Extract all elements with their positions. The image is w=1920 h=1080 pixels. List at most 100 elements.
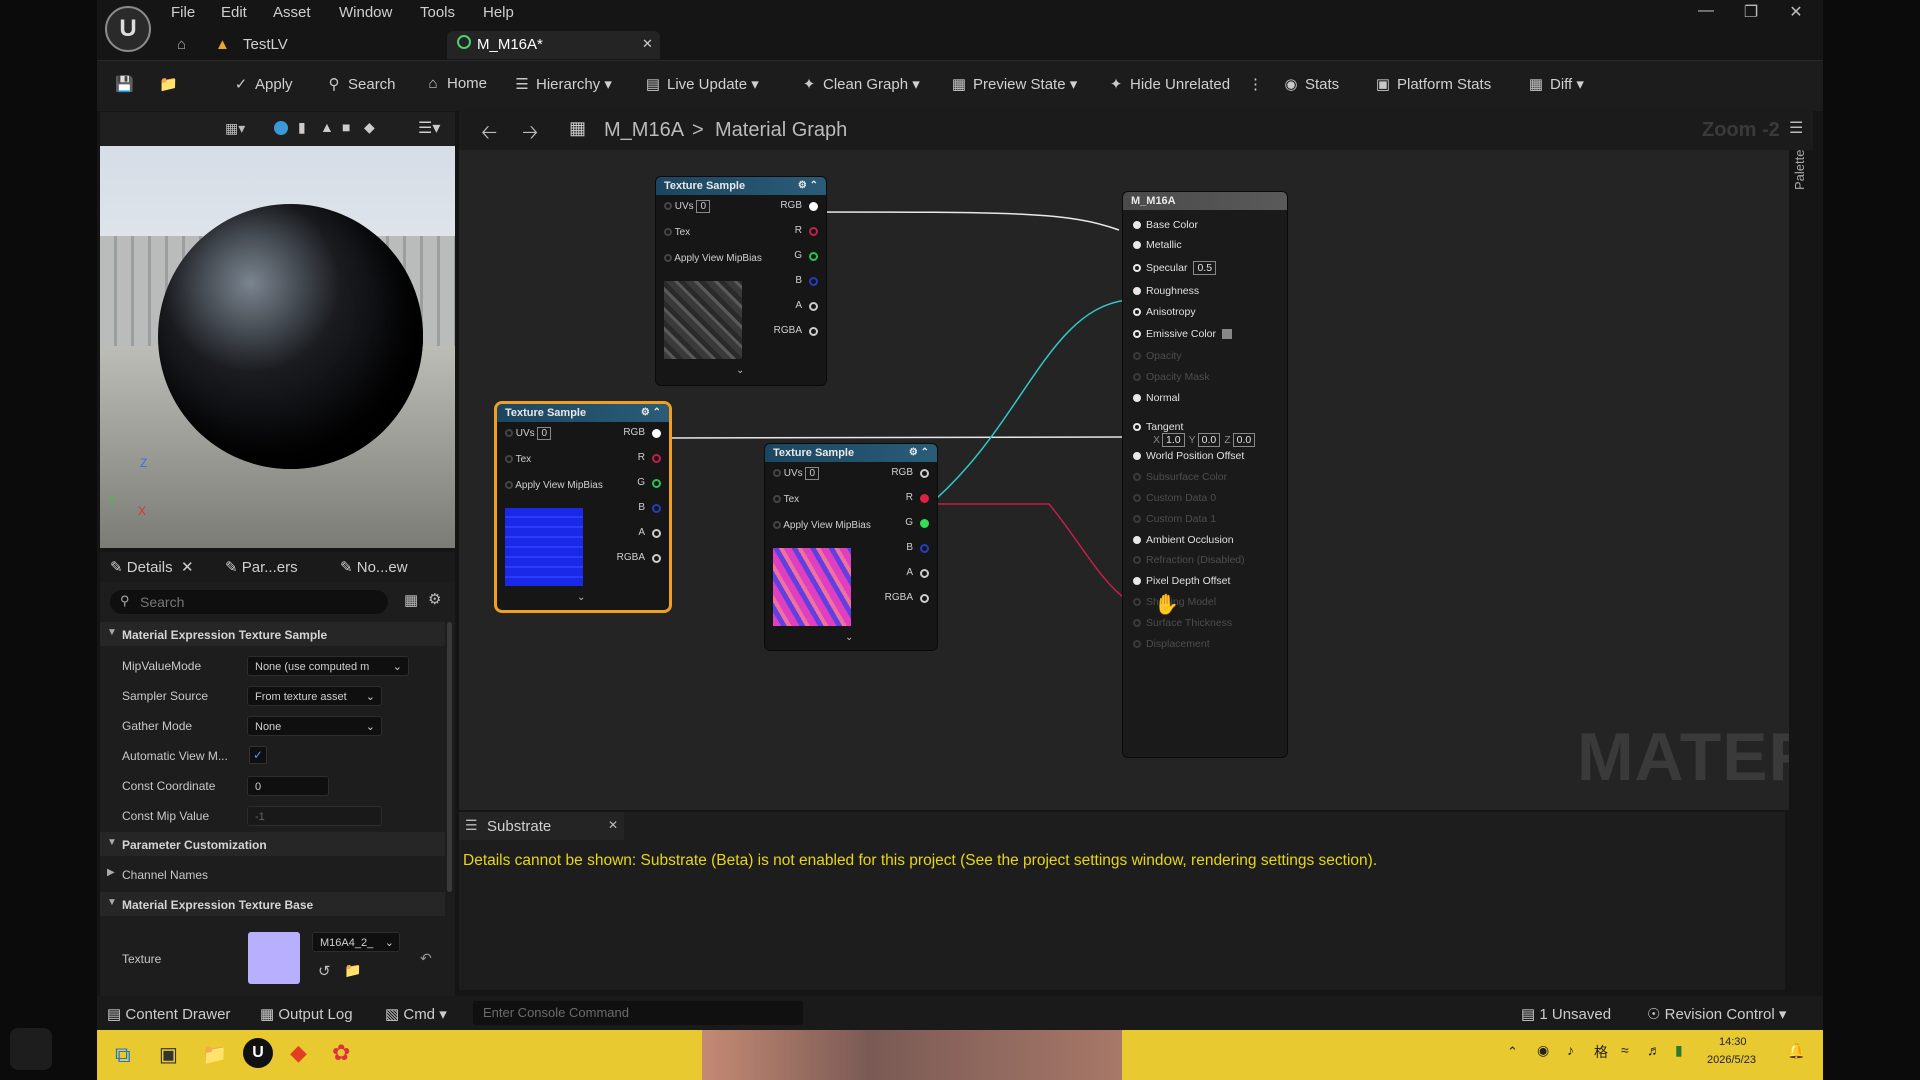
- notification-bell-icon[interactable]: 🔔: [1787, 1042, 1806, 1060]
- close-tab-icon[interactable]: ✕: [642, 36, 653, 52]
- browse-icon[interactable]: 📁: [159, 75, 182, 93]
- material-pin-custom-data-0[interactable]: Custom Data 0: [1133, 492, 1216, 504]
- brave-browser-icon[interactable]: ◆: [290, 1040, 307, 1066]
- material-pin-normal[interactable]: Normal: [1133, 392, 1180, 404]
- expand-node-icon[interactable]: ⌄: [736, 365, 744, 376]
- output-a-pin[interactable]: [652, 529, 661, 538]
- tray-battery-icon[interactable]: ▮: [1675, 1042, 1683, 1059]
- hide-unrelated-button[interactable]: ✦ Hide Unrelated: [1107, 75, 1230, 93]
- expand-arrow-icon[interactable]: ▼: [107, 837, 117, 848]
- file-explorer-icon[interactable]: 📁: [202, 1042, 227, 1067]
- tangent-z-input[interactable]: 0.0: [1232, 433, 1256, 447]
- material-pin-pixel-depth-offset[interactable]: Pixel Depth Offset: [1133, 575, 1230, 587]
- hierarchy-button[interactable]: ☰ Hierarchy ▾: [513, 75, 612, 93]
- search-button[interactable]: ⚲ Search: [325, 75, 396, 93]
- use-selected-icon[interactable]: ↺: [318, 962, 331, 980]
- clock-time[interactable]: 14:30: [1719, 1036, 1747, 1048]
- settings-gear-icon[interactable]: ⚙: [428, 590, 441, 608]
- texture-sample-node-2-selected[interactable]: Texture Sample ⚙ ⌃ UVs 0 Tex Apply View M…: [497, 404, 669, 610]
- material-pin-surface-thickness[interactable]: Surface Thickness: [1133, 617, 1232, 629]
- mesh-preview-icon[interactable]: ◆: [364, 119, 375, 136]
- tab-details[interactable]: ✎ Details ✕: [110, 558, 194, 576]
- tray-wifi-icon[interactable]: ≈: [1621, 1042, 1629, 1058]
- viewport-options-icon[interactable]: ▦▾: [225, 120, 245, 137]
- output-rgba-pin[interactable]: [920, 594, 929, 603]
- output-g-pin[interactable]: [652, 479, 661, 488]
- cube-preview-icon[interactable]: ■: [342, 119, 350, 135]
- output-r-pin[interactable]: [920, 494, 929, 503]
- material-pin-world-position-offset[interactable]: World Position Offset: [1133, 450, 1244, 462]
- material-pin-displacement[interactable]: Displacement: [1133, 638, 1210, 650]
- forward-arrow-icon[interactable]: 🡢: [522, 118, 538, 152]
- input-uvs[interactable]: UVs 0: [664, 200, 711, 213]
- tab-preview[interactable]: ✎ No...ew: [340, 558, 408, 576]
- sampler-source-select[interactable]: From texture asset ⌄: [247, 686, 382, 706]
- revision-control-button[interactable]: ☉ Revision Control ▾: [1647, 1005, 1786, 1023]
- unreal-taskbar-icon[interactable]: U: [243, 1038, 273, 1068]
- viewport-menu-icon[interactable]: ☰▾: [418, 118, 440, 138]
- unreal-logo-icon[interactable]: U: [105, 6, 151, 52]
- collapse-arrow-icon[interactable]: ▶: [107, 867, 115, 878]
- plane-preview-icon[interactable]: ▮: [298, 119, 306, 136]
- palette-menu-icon[interactable]: ☰: [1789, 118, 1803, 138]
- home-tab-icon[interactable]: ⌂: [177, 32, 186, 58]
- preview-state-button[interactable]: ▦ Preview State ▾: [950, 75, 1077, 93]
- tangent-y-input[interactable]: 0.0: [1197, 433, 1221, 447]
- expand-arrow-icon[interactable]: ▼: [107, 897, 117, 908]
- home-button[interactable]: ⌂ Home: [424, 75, 487, 92]
- clean-graph-button[interactable]: ✦ Clean Graph ▾: [800, 75, 920, 93]
- browse-asset-icon[interactable]: 📁: [344, 962, 361, 979]
- material-pin-base-color[interactable]: Base Color: [1133, 219, 1198, 231]
- menu-edit[interactable]: Edit: [221, 4, 247, 21]
- automatic-view-mip-checkbox[interactable]: ✓: [249, 746, 267, 764]
- output-a-pin[interactable]: [809, 302, 818, 311]
- tray-microphone-icon[interactable]: ♪: [1567, 1042, 1574, 1058]
- node-collapse-icon[interactable]: ⚙ ⌃: [909, 444, 929, 462]
- output-g-pin[interactable]: [920, 519, 929, 528]
- output-rgb-pin[interactable]: [809, 202, 818, 211]
- menu-help[interactable]: Help: [483, 4, 514, 21]
- diff-button[interactable]: ▦ Diff ▾: [1527, 75, 1584, 93]
- start-menu-icon[interactable]: ⧉: [115, 1042, 131, 1068]
- tray-network-icon[interactable]: ◉: [1537, 1042, 1549, 1059]
- texture-sample-node-3[interactable]: Texture Sample ⚙ ⌃ UVs 0 Tex Apply View M…: [765, 444, 937, 650]
- close-tab-icon[interactable]: ✕: [608, 818, 618, 832]
- gather-mode-select[interactable]: None ⌄: [247, 716, 382, 736]
- texture-sample-node-1[interactable]: Texture Sample ⚙ ⌃ UVs 0 Tex Apply View M…: [656, 177, 826, 385]
- expand-node-icon[interactable]: ⌄: [577, 592, 585, 603]
- material-pin-opacity[interactable]: Opacity: [1133, 350, 1182, 362]
- input-uvs[interactable]: UVs 0: [773, 467, 820, 480]
- node-collapse-icon[interactable]: ⚙ ⌃: [798, 177, 818, 195]
- cylinder-preview-icon[interactable]: ▲: [320, 119, 334, 135]
- material-pin-metallic[interactable]: Metallic: [1133, 239, 1182, 251]
- close-window-icon[interactable]: ✕: [1782, 2, 1810, 22]
- tangent-x-input[interactable]: 1.0: [1162, 433, 1185, 447]
- stats-button[interactable]: ◉ Stats: [1282, 75, 1339, 93]
- output-rgb-pin[interactable]: [652, 429, 661, 438]
- clock-date[interactable]: 2026/5/23: [1707, 1054, 1756, 1066]
- task-view-icon[interactable]: ▣: [159, 1042, 178, 1067]
- input-tex[interactable]: Tex: [773, 494, 799, 505]
- specular-value-input[interactable]: 0.5: [1193, 261, 1217, 275]
- input-tex[interactable]: Tex: [505, 454, 531, 465]
- node-collapse-icon[interactable]: ⚙ ⌃: [641, 404, 661, 422]
- input-tex[interactable]: Tex: [664, 227, 690, 238]
- input-apply-mip[interactable]: Apply View MipBias: [505, 480, 603, 491]
- output-a-pin[interactable]: [920, 569, 929, 578]
- output-r-pin[interactable]: [809, 227, 818, 236]
- output-b-pin[interactable]: [809, 277, 818, 286]
- tab-level[interactable]: TestLV: [243, 32, 288, 58]
- material-pin-ambient-occlusion[interactable]: Ambient Occlusion: [1133, 534, 1234, 546]
- save-icon[interactable]: 💾: [115, 75, 138, 93]
- channel-names-label[interactable]: Channel Names: [122, 868, 208, 882]
- sphere-preview-icon[interactable]: [274, 121, 288, 135]
- tab-substrate[interactable]: ☰ Substrate ✕: [459, 812, 624, 840]
- unsaved-button[interactable]: ▤ 1 Unsaved: [1521, 1005, 1611, 1023]
- reset-to-default-icon[interactable]: ↶: [420, 950, 432, 967]
- output-log-button[interactable]: ▦ Output Log: [260, 1005, 353, 1023]
- tangent-vector-inputs[interactable]: X 1.0 Y 0.0 Z 0.0: [1149, 433, 1256, 447]
- tray-ime-icon[interactable]: 格: [1594, 1042, 1608, 1062]
- table-view-icon[interactable]: ▦: [404, 591, 418, 609]
- palette-tab[interactable]: Palette: [1792, 150, 1807, 190]
- output-rgb-pin[interactable]: [920, 469, 929, 478]
